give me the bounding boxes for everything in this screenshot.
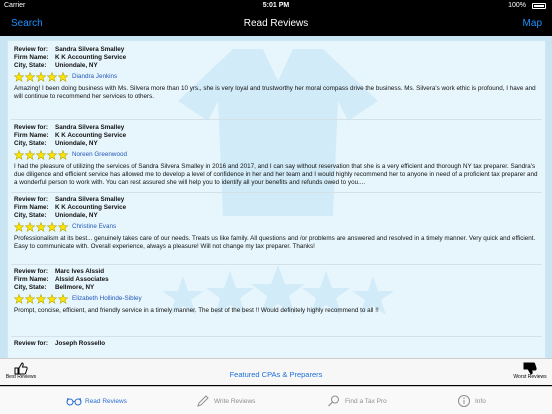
firm-name-value: K K Accounting Service: [55, 132, 127, 140]
battery-percent: 100%: [508, 2, 526, 9]
city-state-value: Uniondale, NY: [55, 140, 98, 148]
review-for-value: Sandra Silvera Smalley: [55, 46, 125, 53]
star-icon: [36, 293, 46, 304]
star-rating: [14, 221, 69, 232]
status-bar: Carrier 5:01 PM 100%: [0, 0, 552, 12]
firm-name-value: K K Accounting Service: [55, 54, 127, 62]
star-icon: [58, 293, 68, 304]
review-filter-bar: Best Reviews Featured CPAs & Preparers W…: [0, 358, 552, 385]
review-text: I had the pleasure of utilizing the serv…: [14, 162, 538, 187]
star-icon: [14, 221, 24, 232]
star-icon: [14, 149, 24, 160]
star-icon: [25, 293, 35, 304]
star-rating: [14, 71, 69, 82]
star-icon: [47, 221, 57, 232]
firm-name-label: Firm Name:: [14, 132, 49, 140]
tab-write-reviews[interactable]: Write Reviews: [196, 395, 266, 409]
worst-reviews-button[interactable]: Worst Reviews: [510, 362, 550, 380]
star-icon: [25, 149, 35, 160]
star-icon: [36, 149, 46, 160]
star-icon: [58, 149, 68, 160]
tab-label: Find a Tax Pro: [345, 398, 387, 405]
review-card[interactable]: Review for: Marc Ives Alssid Firm Name: Al…: [14, 268, 540, 315]
star-icon: [58, 221, 68, 232]
review-for-label: Review for:: [14, 46, 48, 53]
tab-label: Write Reviews: [214, 398, 256, 405]
page-title: Read Reviews: [243, 18, 309, 29]
tab-info[interactable]: Info: [457, 395, 497, 409]
review-for-label: Review for:: [14, 340, 48, 347]
review-for-label: Review for:: [14, 196, 48, 203]
reviewer-name[interactable]: Noreen Greenwood: [72, 151, 127, 159]
navigation-bar: Search Read Reviews Map: [0, 12, 552, 34]
star-icon: [14, 71, 24, 82]
review-card[interactable]: Review for: Sandra Silvera Smalley Firm N…: [14, 196, 540, 251]
star-icon: [47, 293, 57, 304]
star-icon: [25, 71, 35, 82]
tab-bar: Read Reviews Write Reviews Find a Tax Pr…: [0, 386, 552, 414]
info-icon: [458, 395, 470, 407]
city-state-value: Uniondale, NY: [55, 212, 98, 220]
featured-cpas-link[interactable]: Featured CPAs & Preparers: [0, 370, 552, 379]
magnifier-icon: [328, 395, 339, 407]
city-state-label: City, State:: [14, 140, 47, 148]
city-state-value: Uniondale, NY: [55, 62, 98, 70]
glasses-icon: [66, 397, 82, 406]
reviewer-name[interactable]: Elizabeth Hollinde-Sibley: [72, 295, 142, 303]
firm-name-label: Firm Name:: [14, 204, 49, 212]
review-text: Prompt, concise, efficient, and friendly…: [14, 306, 379, 314]
battery-icon: [532, 3, 546, 9]
map-button[interactable]: Map: [523, 18, 542, 29]
star-icon: [36, 71, 46, 82]
review-for-label: Review for:: [14, 124, 48, 131]
star-rating: [14, 149, 69, 160]
reviews-list: Review for: Sandra Silvera Smalley Firm N…: [7, 40, 546, 358]
city-state-value: Bellmore, NY: [55, 284, 95, 292]
pencil-icon: [197, 395, 209, 407]
review-divider: [11, 119, 542, 120]
worst-reviews-label: Worst Reviews: [513, 374, 547, 380]
tab-read-reviews[interactable]: Read Reviews: [66, 395, 136, 409]
review-for-value: Sandra Silvera Smalley: [55, 124, 125, 131]
review-divider: [11, 264, 542, 265]
city-state-label: City, State:: [14, 284, 47, 292]
review-divider: [11, 192, 542, 193]
clock: 5:01 PM: [262, 2, 290, 9]
reviewer-name[interactable]: Christine Evans: [72, 223, 116, 231]
review-divider: [11, 336, 542, 337]
review-for-value: Marc Ives Alssid: [55, 268, 105, 275]
review-text: Amazing! I been doing business with Ms. …: [14, 84, 536, 100]
tab-label: Read Reviews: [85, 398, 127, 405]
firm-name-value: Alssid Associates: [55, 276, 109, 284]
star-icon: [25, 221, 35, 232]
city-state-label: City, State:: [14, 212, 47, 220]
review-card[interactable]: Review for: Sandra Silvera Smalley Firm N…: [14, 46, 540, 101]
star-icon: [36, 221, 46, 232]
review-for-value: Sandra Silvera Smalley: [55, 196, 125, 203]
review-card[interactable]: Review for: Sandra Silvera Smalley Firm N…: [14, 124, 540, 188]
firm-name-label: Firm Name:: [14, 54, 49, 62]
reviewer-name[interactable]: Diandra Jenkins: [72, 73, 117, 81]
review-text: Professionalism at its best... genuinely…: [14, 234, 536, 250]
firm-name-label: Firm Name:: [14, 276, 49, 284]
star-icon: [14, 293, 24, 304]
star-icon: [47, 149, 57, 160]
firm-name-value: K K Accounting Service: [55, 204, 127, 212]
tab-find-tax-pro[interactable]: Find a Tax Pro: [327, 395, 397, 409]
reviews-scroll-area[interactable]: Review for: Sandra Silvera Smalley Firm N…: [0, 36, 552, 358]
star-icon: [47, 71, 57, 82]
city-state-label: City, State:: [14, 62, 47, 70]
tab-label: Info: [475, 398, 486, 405]
review-for-value: Joseph Rossello: [55, 340, 106, 347]
star-rating: [14, 293, 69, 304]
review-card[interactable]: Review for: Joseph Rossello: [14, 340, 540, 348]
star-icon: [58, 71, 68, 82]
review-for-label: Review for:: [14, 268, 48, 275]
